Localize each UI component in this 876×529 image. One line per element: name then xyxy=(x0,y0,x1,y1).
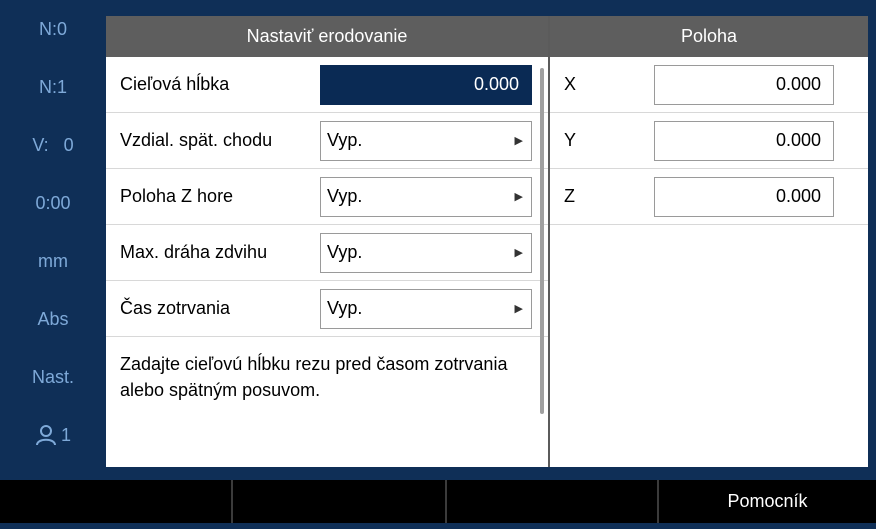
axis-label-z: Z xyxy=(564,186,575,206)
triangle-right-icon: ▶ xyxy=(514,247,523,259)
softkey-2[interactable] xyxy=(233,480,447,523)
softkey-3[interactable] xyxy=(447,480,659,523)
max-stroke-value: Vyp. xyxy=(327,242,363,262)
position-row-x: X 0.000 xyxy=(550,57,868,113)
setup-row-dwell-time: Čas zotrvania Vyp. ▶ xyxy=(106,281,548,337)
dwell-time-value: Vyp. xyxy=(327,298,363,318)
help-description: Zadajte cieľovú hĺbku rezu pred časom zo… xyxy=(120,354,508,400)
retract-distance-select[interactable]: Vyp. ▶ xyxy=(320,120,532,161)
user-count: 1 xyxy=(60,424,71,445)
max-stroke-select[interactable]: Vyp. ▶ xyxy=(320,232,532,273)
status-tool-n0[interactable]: N:0 xyxy=(0,0,106,58)
axis-value-x[interactable]: 0.000 xyxy=(654,64,834,105)
axis-label-y: Y xyxy=(564,130,577,150)
position-panel: Poloha X 0.000 Y 0.000 Z 0.000 xyxy=(550,16,868,467)
status-user[interactable]: 1 xyxy=(0,406,106,464)
position-row-z: Z 0.000 xyxy=(550,169,868,225)
axis-value-y[interactable]: 0.000 xyxy=(654,120,834,161)
retract-distance-label: Vzdial. spät. chodu xyxy=(120,130,273,150)
position-row-y: Y 0.000 xyxy=(550,113,868,169)
retract-distance-value: Vyp. xyxy=(327,130,363,150)
z-top-position-label: Poloha Z hore xyxy=(120,186,234,206)
main-area: Nastaviť erodovanie Cieľová hĺbka 0.000 … xyxy=(106,16,868,467)
status-feed[interactable]: V: 0 xyxy=(0,116,106,174)
z-top-position-value: Vyp. xyxy=(327,186,363,206)
status-sidebar: N:0 N:1 V: 0 0:00 mm Abs Nast. 1 xyxy=(0,0,106,473)
status-abs-inc[interactable]: Abs xyxy=(0,290,106,348)
setup-row-max-stroke: Max. dráha zdvihu Vyp. ▶ xyxy=(106,225,548,281)
target-depth-input[interactable]: 0.000 xyxy=(320,64,532,105)
status-units[interactable]: mm xyxy=(0,232,106,290)
triangle-right-icon: ▶ xyxy=(514,191,523,203)
axis-label-x: X xyxy=(564,74,577,94)
target-depth-label: Cieľová hĺbka xyxy=(120,74,230,94)
softkey-1[interactable] xyxy=(0,480,233,523)
status-tool-n1[interactable]: N:1 xyxy=(0,58,106,116)
setup-row-z-top-position: Poloha Z hore Vyp. ▶ xyxy=(106,169,548,225)
z-top-position-select[interactable]: Vyp. ▶ xyxy=(320,176,532,217)
help-softkey[interactable]: Pomocník xyxy=(659,480,876,523)
user-icon xyxy=(35,425,56,446)
position-panel-title: Poloha xyxy=(550,16,868,57)
status-timer[interactable]: 0:00 xyxy=(0,174,106,232)
triangle-right-icon: ▶ xyxy=(514,303,523,315)
dwell-time-label: Čas zotrvania xyxy=(120,298,231,318)
status-setup[interactable]: Nast. xyxy=(0,348,106,406)
axis-value-z[interactable]: 0.000 xyxy=(654,176,834,217)
softkey-bar: Pomocník xyxy=(0,480,876,529)
triangle-right-icon: ▶ xyxy=(514,135,523,147)
setup-scrollbar[interactable] xyxy=(540,68,544,414)
setup-row-target-depth: Cieľová hĺbka 0.000 xyxy=(106,57,548,113)
max-stroke-label: Max. dráha zdvihu xyxy=(120,242,268,262)
setup-panel: Nastaviť erodovanie Cieľová hĺbka 0.000 … xyxy=(106,16,548,467)
setup-panel-title: Nastaviť erodovanie xyxy=(106,16,548,57)
setup-row-retract-distance: Vzdial. spät. chodu Vyp. ▶ xyxy=(106,113,548,169)
dwell-time-select[interactable]: Vyp. ▶ xyxy=(320,288,532,329)
